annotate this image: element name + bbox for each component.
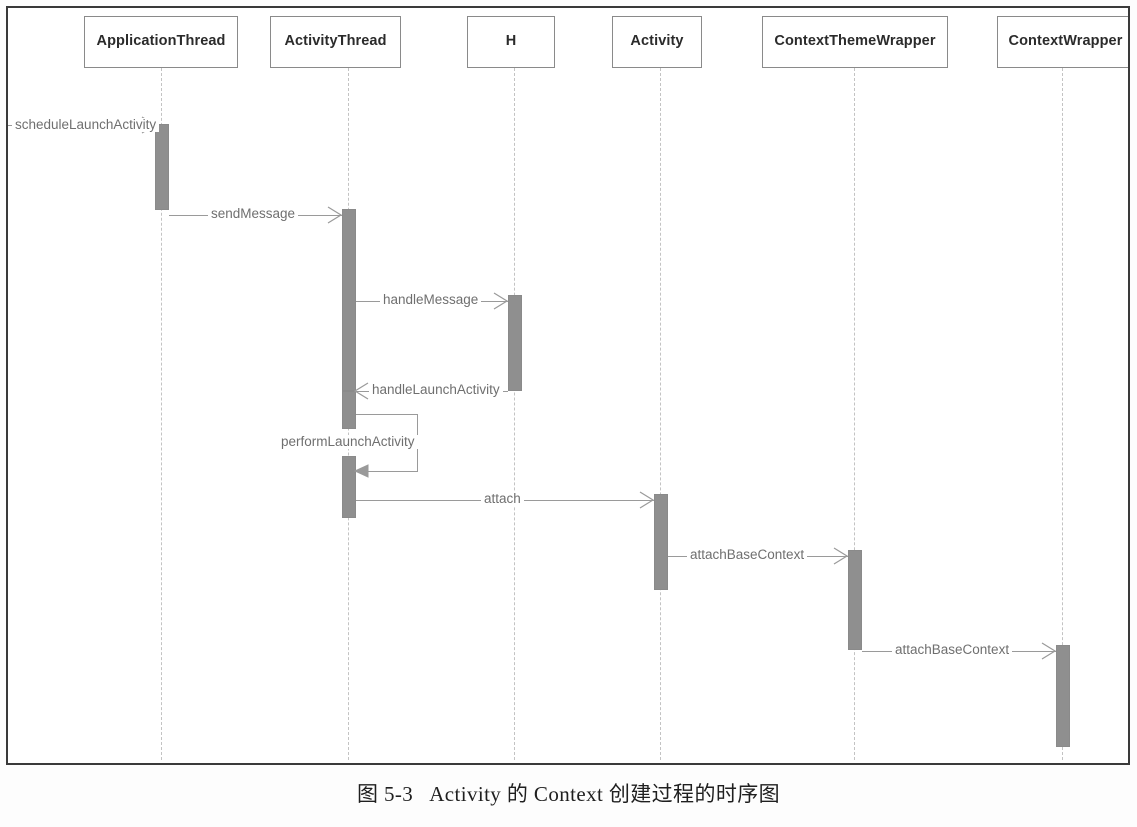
message-label-perform-launch-activity: performLaunchActivity [278, 435, 418, 449]
lifeline-label: H [505, 33, 517, 50]
lifeline-head-application-thread[interactable]: ApplicationThread [84, 16, 238, 68]
lifeline-head-activity[interactable]: Activity [612, 16, 702, 68]
diagram-frame: ApplicationThread ActivityThread H Activ… [6, 6, 1130, 765]
activation-activity-thread-1 [342, 209, 356, 391]
arrow-head-perform-launch-activity [353, 464, 369, 478]
message-label-handle-message: handleMessage [380, 293, 482, 307]
sequence-diagram: ApplicationThread ActivityThread H Activ… [8, 8, 1128, 763]
message-label-attach-base-context-2: attachBaseContext [892, 643, 1013, 657]
lifeline-label: ContextWrapper [1008, 33, 1123, 50]
message-label-handle-launch-activity: handleLaunchActivity [369, 383, 503, 397]
lifeline-head-h[interactable]: H [467, 16, 555, 68]
arrow-head-send-message [327, 206, 343, 224]
lifeline-stem-h [514, 68, 515, 760]
message-label-schedule-launch-activity: scheduleLaunchActivity [12, 118, 160, 132]
lifeline-stem-activity [660, 68, 661, 760]
lifeline-label: ContextThemeWrapper [774, 33, 936, 50]
arrow-head-attach-base-context-1 [833, 547, 849, 565]
message-line-perform-launch-activity-top [356, 414, 418, 415]
lifeline-head-activity-thread[interactable]: ActivityThread [270, 16, 401, 68]
lifeline-label: ActivityThread [284, 33, 387, 50]
lifeline-label: ApplicationThread [96, 33, 226, 50]
figure-title: Activity 的 Context 创建过程的时序图 [429, 782, 781, 806]
arrow-head-attach [639, 491, 655, 509]
arrow-head-attach-base-context-2 [1041, 642, 1057, 660]
lifeline-label: Activity [630, 33, 684, 50]
figure-caption: 图 5-3 Activity 的 Context 创建过程的时序图 [0, 778, 1137, 808]
message-label-attach-base-context-1: attachBaseContext [687, 548, 808, 562]
figure-number: 图 5-3 [356, 782, 414, 806]
lifeline-head-context-theme-wrapper[interactable]: ContextThemeWrapper [762, 16, 948, 68]
message-label-send-message: sendMessage [208, 207, 299, 221]
lifeline-stem-context-theme-wrapper [854, 68, 855, 760]
arrow-head-handle-message [493, 292, 509, 310]
lifeline-head-context-wrapper[interactable]: ContextWrapper [997, 16, 1128, 68]
page-canvas: ApplicationThread ActivityThread H Activ… [0, 0, 1137, 827]
message-label-attach: attach [481, 492, 524, 506]
